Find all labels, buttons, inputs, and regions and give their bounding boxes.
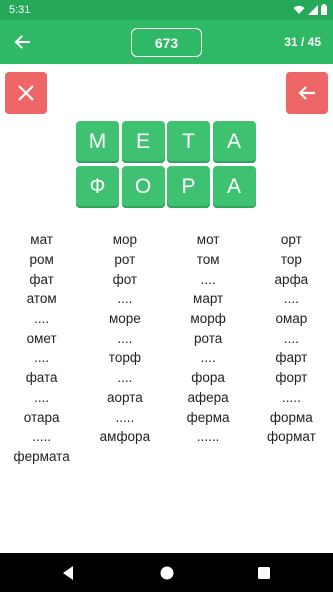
status-icons: [293, 4, 327, 18]
word-cell: атом: [26, 291, 57, 307]
word-row: ром рот том тор: [0, 250, 333, 270]
word-cell: ....: [200, 271, 216, 287]
word-row: .... море морф омар: [0, 309, 333, 329]
letter-tiles-row-1: М Е Т А: [76, 121, 256, 163]
arrow-left-icon: [298, 86, 315, 100]
found-words-grid: мат мор мот орт ром рот том тор фат фот …: [0, 230, 333, 466]
letter-tile[interactable]: Р: [167, 166, 210, 208]
word-cell: фот: [112, 271, 138, 287]
word-cell: торф: [108, 350, 141, 366]
status-bar: 5:31: [0, 0, 333, 20]
word-cell: ....: [283, 330, 299, 346]
word-row: фермата: [0, 447, 333, 467]
word-cell: ....: [117, 330, 133, 346]
system-nav-bar: [0, 553, 333, 592]
word-cell: тор: [280, 252, 302, 268]
word-row: омет .... рота ....: [0, 328, 333, 348]
nav-back-button[interactable]: [60, 564, 78, 582]
word-cell: орт: [280, 232, 302, 248]
battery-icon: [321, 4, 327, 18]
word-cell: ....: [200, 350, 216, 366]
backspace-button[interactable]: [286, 72, 328, 114]
nav-home-button[interactable]: [158, 564, 176, 582]
word-cell: март: [193, 291, 224, 307]
letter-tile[interactable]: А: [212, 166, 256, 208]
circle-home-icon: [160, 566, 174, 580]
word-row: мат мор мот орт: [0, 230, 333, 250]
word-row: ..... амфора ...... формат: [0, 427, 333, 447]
word-cell: фора: [191, 370, 225, 386]
letter-tile[interactable]: М: [76, 121, 119, 163]
word-cell: .....: [281, 389, 301, 405]
word-cell: морф: [190, 311, 226, 327]
word-cell: отара: [23, 409, 60, 425]
word-cell: фата: [25, 370, 58, 386]
word-cell: .....: [32, 429, 51, 445]
nav-recents-button[interactable]: [255, 564, 273, 582]
word-row: фата .... фора форт: [0, 368, 333, 388]
word-cell: мат: [30, 232, 53, 248]
word-cell: форт: [275, 370, 308, 386]
word-cell: море: [108, 311, 141, 327]
letter-tile[interactable]: О: [121, 166, 165, 208]
word-cell: омет: [26, 330, 57, 346]
arrow-left-icon: [14, 35, 30, 49]
wifi-icon: [293, 5, 305, 18]
letter-tile[interactable]: А: [212, 121, 256, 163]
square-recents-icon: [258, 567, 270, 579]
clear-button[interactable]: [5, 72, 47, 114]
word-cell: .....: [115, 409, 135, 425]
word-cell: арфа: [274, 271, 309, 287]
letter-tile[interactable]: Т: [167, 121, 210, 163]
close-icon: [18, 85, 34, 101]
letter-tiles-row-2: Ф О Р А: [76, 166, 256, 208]
word-cell: ....: [117, 370, 133, 386]
letter-tile[interactable]: Ф: [76, 166, 119, 208]
back-button[interactable]: [8, 28, 36, 56]
signal-icon: [308, 4, 318, 18]
word-cell: том: [196, 252, 220, 268]
word-cell: ....: [117, 291, 133, 307]
triangle-back-icon: [63, 566, 73, 580]
word-row: .... торф .... фарт: [0, 348, 333, 368]
word-cell: ....: [283, 291, 299, 307]
word-cell: рот: [114, 252, 136, 268]
word-cell: омар: [275, 311, 308, 327]
word-cell: ферма: [186, 409, 230, 425]
word-cell: рота: [193, 330, 223, 346]
word-cell: афера: [187, 389, 229, 405]
score-display: 673: [131, 28, 202, 57]
word-row: отара ..... ферма форма: [0, 407, 333, 427]
word-cell: ром: [29, 252, 54, 268]
word-row: фат фот .... арфа: [0, 269, 333, 289]
word-row: .... аорта афера .....: [0, 388, 333, 408]
word-cell: ....: [34, 389, 50, 405]
word-cell: фарт: [275, 350, 308, 366]
word-cell: амфора: [99, 429, 151, 445]
word-cell: аорта: [106, 389, 143, 405]
word-cell: мор: [112, 232, 138, 248]
word-cell: фермата: [13, 448, 70, 464]
word-cell: ....: [34, 311, 50, 327]
word-cell: ....: [34, 350, 50, 366]
word-cell: формат: [266, 429, 316, 445]
word-cell: мот: [196, 232, 220, 248]
word-progress: 31 / 45: [284, 35, 321, 49]
status-time: 5:31: [9, 4, 31, 16]
word-cell: форма: [269, 409, 313, 425]
letter-tile[interactable]: Е: [121, 121, 165, 163]
word-row: атом .... март ....: [0, 289, 333, 309]
word-cell: фат: [29, 271, 54, 287]
app-bar: 673 31 / 45: [0, 20, 333, 64]
word-cell: ......: [196, 429, 220, 445]
